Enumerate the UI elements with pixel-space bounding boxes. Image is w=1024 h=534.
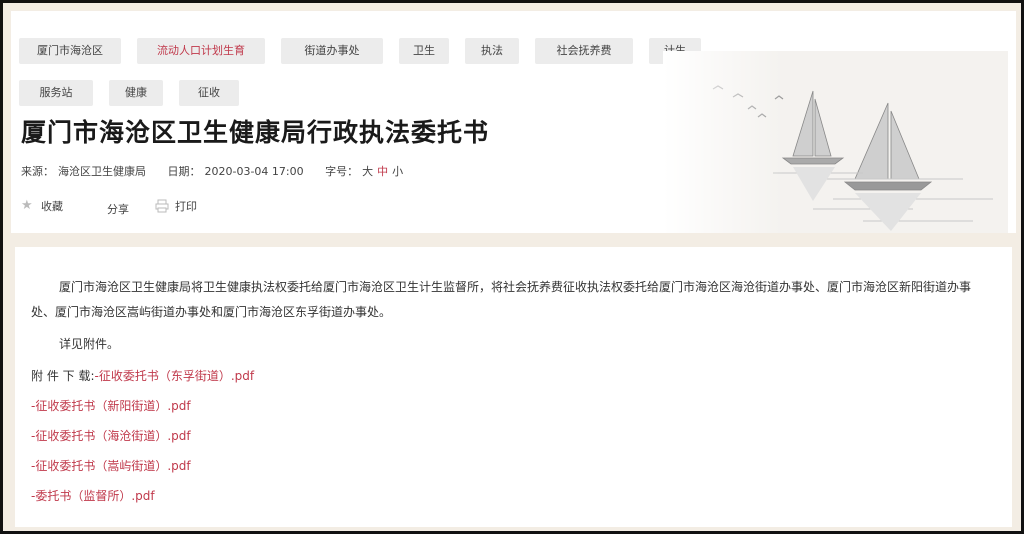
attachment-row: -征收委托书（嵩屿街道）.pdf xyxy=(31,457,191,474)
detail-note: 详见附件。 xyxy=(59,337,120,351)
print-label: 打印 xyxy=(175,200,197,213)
attachment-link[interactable]: -委托书（监督所）.pdf xyxy=(31,489,155,503)
tag-item[interactable]: 街道办事处 xyxy=(281,38,383,64)
font-size-options: 大中小 xyxy=(362,165,407,178)
tag-item[interactable]: 健康 xyxy=(109,80,163,106)
tag-item[interactable]: 流动人口计划生育 xyxy=(137,38,265,64)
attachment-row: -征收委托书（海沧街道）.pdf xyxy=(31,427,191,444)
attachment-row: -征收委托书（新阳街道）.pdf xyxy=(31,397,191,414)
font-size-label: 字号： xyxy=(325,165,359,178)
attachment-row: -委托书（监督所）.pdf xyxy=(31,487,155,504)
attachment-link[interactable]: -征收委托书（海沧街道）.pdf xyxy=(31,429,191,443)
print-button[interactable]: 打印 xyxy=(155,198,197,214)
share-button[interactable]: 分享 xyxy=(107,201,129,217)
attachment-link[interactable]: -征收委托书（新阳街道）.pdf xyxy=(31,399,191,413)
favorite-button[interactable]: ★ 收藏 xyxy=(21,198,63,214)
article-body: 厦门市海沧区卫生健康局将卫生健康执法权委托给厦门市海沧区卫生计生监督所，将社会抚… xyxy=(15,247,1012,527)
tag-item[interactable]: 厦门市海沧区 xyxy=(19,38,121,64)
article-meta: 来源： 海沧区卫生健康局 日期： 2020-03-04 17:00 字号：大中小 xyxy=(21,163,411,179)
printer-icon xyxy=(155,199,169,213)
article-paragraph: 厦门市海沧区卫生健康局将卫生健康执法权委托给厦门市海沧区卫生计生监督所，将社会抚… xyxy=(31,280,972,319)
article-header: 厦门市海沧区 流动人口计划生育 街道办事处 卫生 执法 社会抚养费 计生 服务站 健康 征收 厦门… xyxy=(11,11,1016,233)
font-size-option[interactable]: 中 xyxy=(377,165,388,178)
tag-item[interactable]: 社会抚养费 xyxy=(535,38,633,64)
attachments-label: 附 件 下 载: xyxy=(31,369,95,383)
date-value: 2020-03-04 17:00 xyxy=(204,165,304,178)
date-label: 日期： xyxy=(167,165,201,178)
tag-item[interactable]: 卫生 xyxy=(399,38,449,64)
favorite-label: 收藏 xyxy=(41,200,63,213)
sailboat-decoration xyxy=(663,51,1008,233)
source-value: 海沧区卫生健康局 xyxy=(58,165,146,178)
font-size-option[interactable]: 小 xyxy=(392,165,403,178)
share-label: 分享 xyxy=(107,203,129,216)
source-label: 来源： xyxy=(21,165,54,178)
page-frame: 厦门市海沧区 流动人口计划生育 街道办事处 卫生 执法 社会抚养费 计生 服务站 健康 征收 厦门… xyxy=(0,0,1024,534)
page-title: 厦门市海沧区卫生健康局行政执法委托书 xyxy=(21,118,490,147)
attachment-link[interactable]: -征收委托书（嵩屿街道）.pdf xyxy=(31,459,191,473)
tag-item[interactable]: 服务站 xyxy=(19,80,93,106)
attachment-link[interactable]: -征收委托书（东孚街道）.pdf xyxy=(95,369,255,383)
font-size-option[interactable]: 大 xyxy=(362,165,373,178)
star-icon: ★ xyxy=(21,198,33,213)
tag-item[interactable]: 征收 xyxy=(179,80,239,106)
tag-item[interactable]: 执法 xyxy=(465,38,519,64)
attachment-row: 附 件 下 载:-征收委托书（东孚街道）.pdf xyxy=(31,367,254,384)
